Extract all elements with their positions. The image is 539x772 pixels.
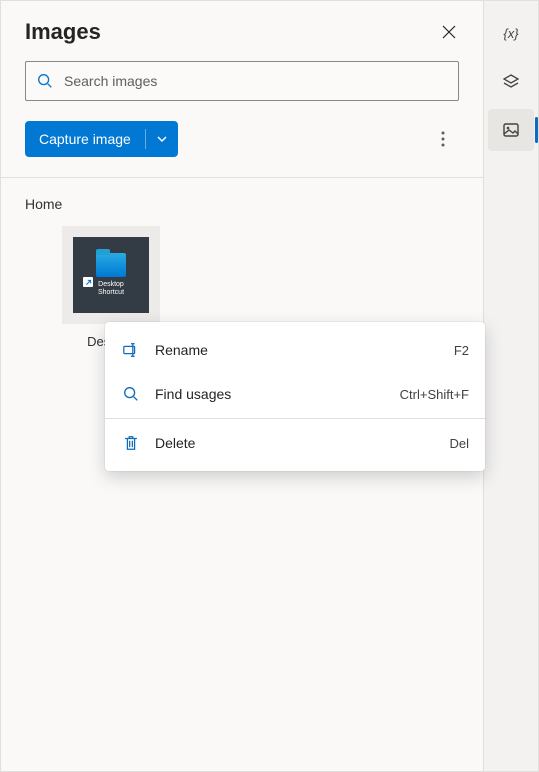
- images-icon: [501, 120, 521, 140]
- variables-icon: {x}: [501, 24, 521, 44]
- menu-item-shortcut: Del: [449, 436, 469, 451]
- delete-icon: [121, 433, 141, 453]
- capture-image-split-button[interactable]: Capture image: [25, 121, 178, 157]
- rail-layers-button[interactable]: [488, 61, 534, 103]
- rename-icon: [121, 340, 141, 360]
- right-rail: {x}: [484, 1, 538, 771]
- menu-item-label: Delete: [155, 435, 435, 451]
- more-options-button[interactable]: [427, 123, 459, 155]
- menu-separator: [105, 418, 485, 419]
- image-thumbnail[interactable]: Desktop Shortcut: [62, 226, 160, 324]
- rail-images-button[interactable]: [488, 109, 534, 151]
- content-area: Home Desktop Shortcut Desktop: [1, 178, 483, 771]
- layers-icon: [501, 72, 521, 92]
- section-label: Home: [25, 196, 459, 212]
- panel-header: Images: [1, 1, 483, 53]
- shortcut-overlay-icon: [83, 277, 93, 287]
- capture-image-label: Capture image: [39, 131, 131, 147]
- chevron-down-icon: [156, 133, 168, 145]
- close-icon: [442, 25, 456, 39]
- context-menu: Rename F2 Find usages Ctrl+Shift+F Delet…: [105, 322, 485, 471]
- menu-item-rename[interactable]: Rename F2: [105, 328, 485, 372]
- more-vertical-icon: [441, 131, 445, 147]
- thumbnail-text: Desktop Shortcut: [98, 281, 124, 296]
- menu-item-label: Rename: [155, 342, 440, 358]
- menu-item-label: Find usages: [155, 386, 386, 402]
- menu-item-shortcut: Ctrl+Shift+F: [400, 387, 469, 402]
- close-button[interactable]: [439, 22, 459, 42]
- search-container: [1, 53, 483, 109]
- search-input[interactable]: [64, 73, 448, 89]
- images-panel: Images Capture image Home: [1, 1, 484, 771]
- menu-item-find-usages[interactable]: Find usages Ctrl+Shift+F: [105, 372, 485, 416]
- search-icon: [121, 384, 141, 404]
- menu-item-delete[interactable]: Delete Del: [105, 421, 485, 465]
- panel-title: Images: [25, 19, 101, 45]
- menu-item-shortcut: F2: [454, 343, 469, 358]
- thumbnail-preview: Desktop Shortcut: [73, 237, 149, 313]
- search-icon: [36, 72, 54, 90]
- search-box[interactable]: [25, 61, 459, 101]
- capture-image-button[interactable]: Capture image: [25, 121, 145, 157]
- toolbar: Capture image: [1, 109, 483, 177]
- folder-icon: [96, 253, 126, 277]
- capture-image-dropdown[interactable]: [146, 121, 178, 157]
- svg-text:{x}: {x}: [503, 26, 519, 41]
- rail-variables-button[interactable]: {x}: [488, 13, 534, 55]
